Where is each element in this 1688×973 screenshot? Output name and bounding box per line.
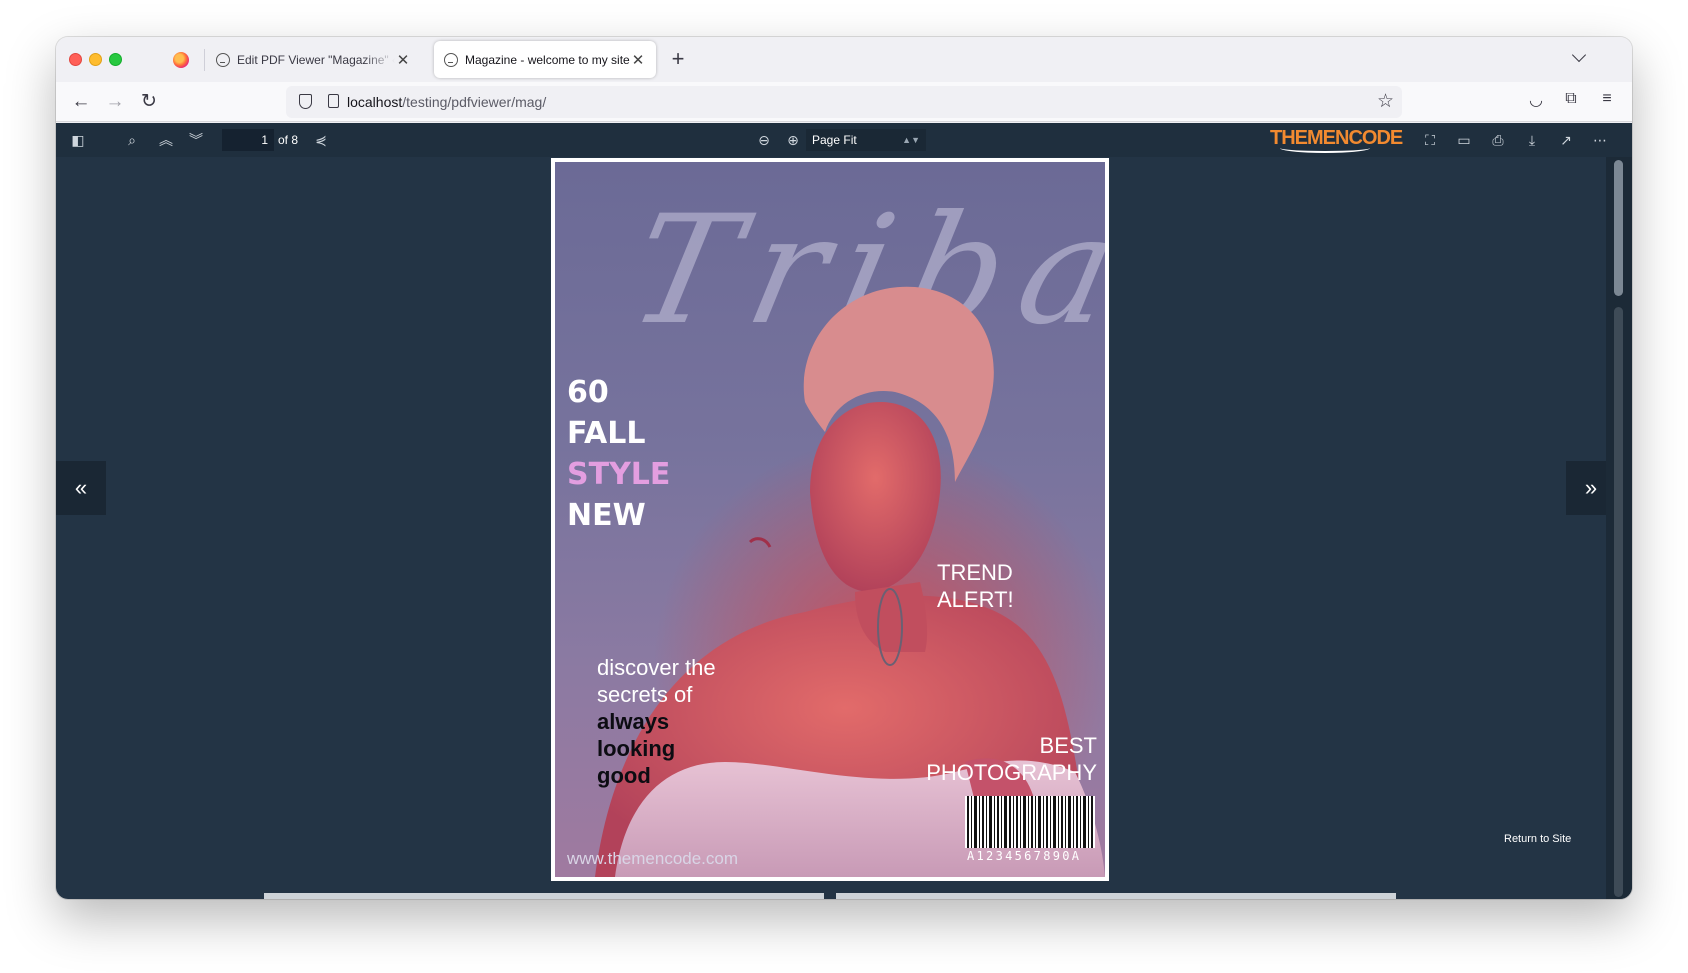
magazine-cover: Tribal 60 FALL STYLE NEW TREND ALERT! di… bbox=[555, 162, 1105, 877]
zoom-select-value: Page Fit bbox=[812, 133, 857, 147]
headline-line: STYLE bbox=[567, 457, 671, 492]
pdf-page-1: Tribal 60 FALL STYLE NEW TREND ALERT! di… bbox=[551, 158, 1109, 881]
extensions-puzzle-icon[interactable]: ⧉ bbox=[1560, 90, 1582, 108]
new-tab-button[interactable]: + bbox=[666, 47, 690, 71]
trend-alert-text: TREND ALERT! bbox=[937, 559, 1014, 613]
return-to-site-link[interactable]: Return to Site bbox=[1504, 833, 1571, 845]
discover-bold-line: good bbox=[597, 763, 651, 788]
tab-strip: Edit PDF Viewer "Magazine" ‹ wi ✕ Magazi… bbox=[56, 37, 1632, 82]
zoom-select[interactable]: Page Fit ▲▼ bbox=[806, 129, 926, 151]
print-icon[interactable]: ⎙ bbox=[1488, 131, 1508, 149]
best-photo-line: PHOTOGRAPHY bbox=[926, 760, 1097, 785]
wordpress-favicon-icon bbox=[444, 52, 458, 67]
window-close-button[interactable] bbox=[69, 53, 82, 66]
url-path: /testing/pdfviewer/mag/ bbox=[402, 94, 547, 110]
barcode-number: A1234567890A bbox=[967, 849, 1082, 863]
next-page-edge bbox=[836, 893, 1396, 899]
discover-text: discover the secrets of always looking g… bbox=[597, 654, 716, 789]
tab-close-icon[interactable]: ✕ bbox=[630, 51, 646, 69]
window-minimize-button[interactable] bbox=[89, 53, 102, 66]
page-info-icon[interactable] bbox=[328, 94, 339, 108]
discover-bold-line: looking bbox=[597, 736, 676, 761]
next-page-chevron-down-icon[interactable]: ︾ bbox=[186, 131, 206, 149]
cover-site-url: www.themencode.com bbox=[567, 849, 739, 868]
headline-line: 60 bbox=[567, 375, 609, 410]
vertical-scrollbar[interactable] bbox=[1606, 157, 1632, 899]
previous-page-chevron-up-icon[interactable]: ︽ bbox=[156, 131, 176, 149]
page-count-label: of 8 bbox=[278, 133, 299, 147]
fullscreen-icon[interactable]: ⛶ bbox=[1420, 131, 1440, 149]
themencode-logo[interactable]: THEMENCODE bbox=[1270, 127, 1403, 153]
open-file-icon[interactable]: ▭ bbox=[1454, 131, 1474, 149]
tracking-protection-shield-icon[interactable] bbox=[299, 94, 312, 109]
hamburger-menu-icon[interactable]: ≡ bbox=[1596, 90, 1618, 108]
zoom-out-icon[interactable]: ⊖ bbox=[754, 131, 774, 149]
pocket-icon[interactable]: ◡ bbox=[1525, 90, 1547, 110]
select-caret-icon: ▲▼ bbox=[902, 135, 920, 145]
discover-line: discover the bbox=[597, 655, 716, 680]
search-icon[interactable]: ⌕ bbox=[122, 131, 142, 149]
logo-swoosh bbox=[1280, 143, 1370, 153]
url-text[interactable]: localhost/testing/pdfviewer/mag/ bbox=[347, 94, 546, 110]
viewer-toolbar: ◧ ⌕ ︽ ︾ 1 of 8 ⋞ ⊖ ⊕ Page Fit ▲▼ THEMENC… bbox=[56, 123, 1632, 157]
open-external-icon[interactable]: ↗ bbox=[1556, 131, 1576, 149]
firefox-view-icon[interactable] bbox=[173, 52, 189, 68]
headline-line: NEW bbox=[567, 498, 646, 533]
list-all-tabs-chevron-down-icon[interactable] bbox=[1571, 47, 1587, 63]
bookmark-star-icon[interactable]: ☆ bbox=[1377, 90, 1394, 113]
zoom-in-icon[interactable]: ⊕ bbox=[783, 131, 803, 149]
best-photo-line: BEST bbox=[1039, 733, 1097, 758]
sidebar-toggle-icon[interactable]: ◧ bbox=[68, 131, 88, 149]
first-page-button[interactable]: « bbox=[56, 461, 106, 515]
tab-title: Magazine - welcome to my site bbox=[465, 52, 630, 67]
tab-title: Edit PDF Viewer "Magazine" ‹ wi bbox=[237, 52, 395, 67]
tab-edit-pdf-viewer[interactable]: Edit PDF Viewer "Magazine" ‹ wi ✕ bbox=[206, 41, 421, 78]
headline-line: FALL bbox=[567, 416, 646, 451]
tab-magazine[interactable]: Magazine - welcome to my site ✕ bbox=[434, 41, 656, 78]
scrollbar-track bbox=[1614, 307, 1623, 897]
back-arrow-icon[interactable]: ← bbox=[69, 90, 93, 114]
download-icon[interactable]: ⤓ bbox=[1522, 131, 1542, 149]
best-photography-text: BEST PHOTOGRAPHY bbox=[926, 732, 1097, 786]
barcode bbox=[965, 796, 1095, 848]
trend-line: TREND bbox=[937, 560, 1013, 585]
address-bar[interactable]: localhost/testing/pdfviewer/mag/ ☆ bbox=[286, 86, 1402, 118]
reload-icon[interactable]: ↻ bbox=[137, 90, 161, 114]
barcode-bars bbox=[967, 796, 1093, 848]
window-maximize-button[interactable] bbox=[109, 53, 122, 66]
discover-bold-line: always bbox=[597, 709, 670, 734]
pdf-viewer: ◧ ⌕ ︽ ︾ 1 of 8 ⋞ ⊖ ⊕ Page Fit ▲▼ THEMENC… bbox=[56, 123, 1632, 899]
tab-divider bbox=[204, 49, 205, 71]
more-options-icon[interactable]: ⋯ bbox=[1590, 131, 1610, 149]
forward-arrow-icon[interactable]: → bbox=[103, 90, 127, 114]
tab-close-icon[interactable]: ✕ bbox=[395, 51, 411, 69]
url-host: localhost bbox=[347, 94, 403, 110]
wordpress-favicon-icon bbox=[216, 52, 230, 67]
trend-line: ALERT! bbox=[937, 587, 1014, 612]
discover-line: secrets of bbox=[597, 682, 693, 707]
next-page-edge bbox=[264, 893, 824, 899]
cover-headline: 60 FALL STYLE NEW bbox=[567, 372, 670, 536]
navigation-bar: ← → ↻ localhost/testing/pdfviewer/mag/ ☆… bbox=[56, 82, 1632, 122]
scrollbar-thumb[interactable] bbox=[1614, 160, 1623, 296]
browser-window: Edit PDF Viewer "Magazine" ‹ wi ✕ Magazi… bbox=[56, 37, 1632, 899]
page-number-input[interactable]: 1 bbox=[222, 129, 274, 151]
share-icon[interactable]: ⋞ bbox=[311, 131, 331, 149]
